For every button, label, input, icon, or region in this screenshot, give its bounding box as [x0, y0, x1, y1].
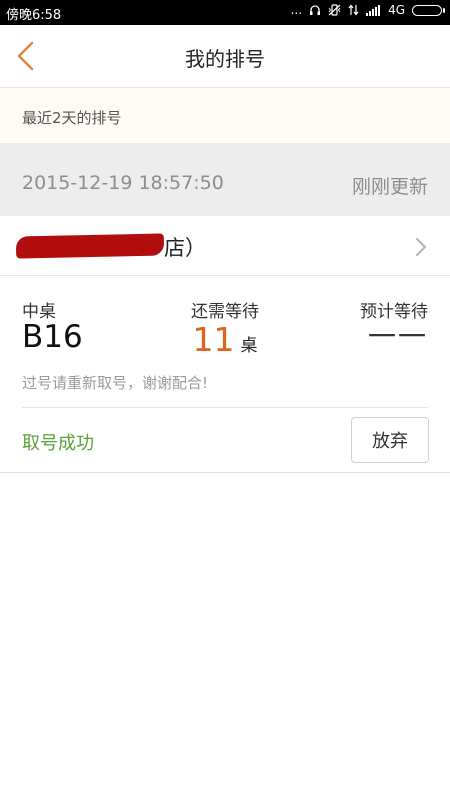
timestamp-row: 2015-12-19 18:57:50 刚刚更新	[0, 144, 450, 216]
signal-icon	[366, 5, 381, 16]
status-bar: 傍晚6:58 ... 4G	[0, 0, 450, 25]
network-type: 4G	[388, 3, 405, 17]
wait-count: 11	[192, 320, 235, 359]
headphones-icon	[310, 5, 321, 15]
queue-status: 取号成功	[22, 433, 94, 454]
page-title: 我的排号	[185, 47, 265, 71]
recent-queue-banner: 最近2天的排号	[0, 88, 450, 144]
wait-unit: 桌	[240, 336, 258, 356]
shop-row[interactable]: 店）	[0, 216, 450, 276]
status-time: 傍晚6:58	[6, 8, 62, 23]
more-notifications-icon: ...	[290, 3, 303, 17]
vibrate-muted-icon	[328, 4, 341, 16]
notice-text: 过号请重新取号，谢谢配合!	[22, 374, 209, 392]
queue-timestamp: 2015-12-19 18:57:50	[22, 172, 224, 194]
abandon-button[interactable]: 放弃	[351, 417, 429, 463]
battery-icon	[412, 4, 445, 16]
status-icons: ... 4G	[290, 3, 445, 17]
redacted-shop-name	[15, 233, 165, 259]
estimate-value: 一一	[367, 320, 428, 353]
divider	[22, 407, 428, 408]
refresh-status[interactable]: 刚刚更新	[352, 172, 428, 199]
queue-card: 中桌 还需等待 预计等待 B16 11 桌 一一 过号请重新取号，谢谢配合! 取号…	[0, 277, 450, 473]
recent-queue-label: 最近2天的排号	[22, 109, 122, 127]
header: 我的排号	[0, 25, 450, 88]
data-transfer-icon	[348, 4, 359, 16]
shop-name: 店）	[164, 236, 206, 260]
chevron-right-icon	[416, 238, 426, 256]
